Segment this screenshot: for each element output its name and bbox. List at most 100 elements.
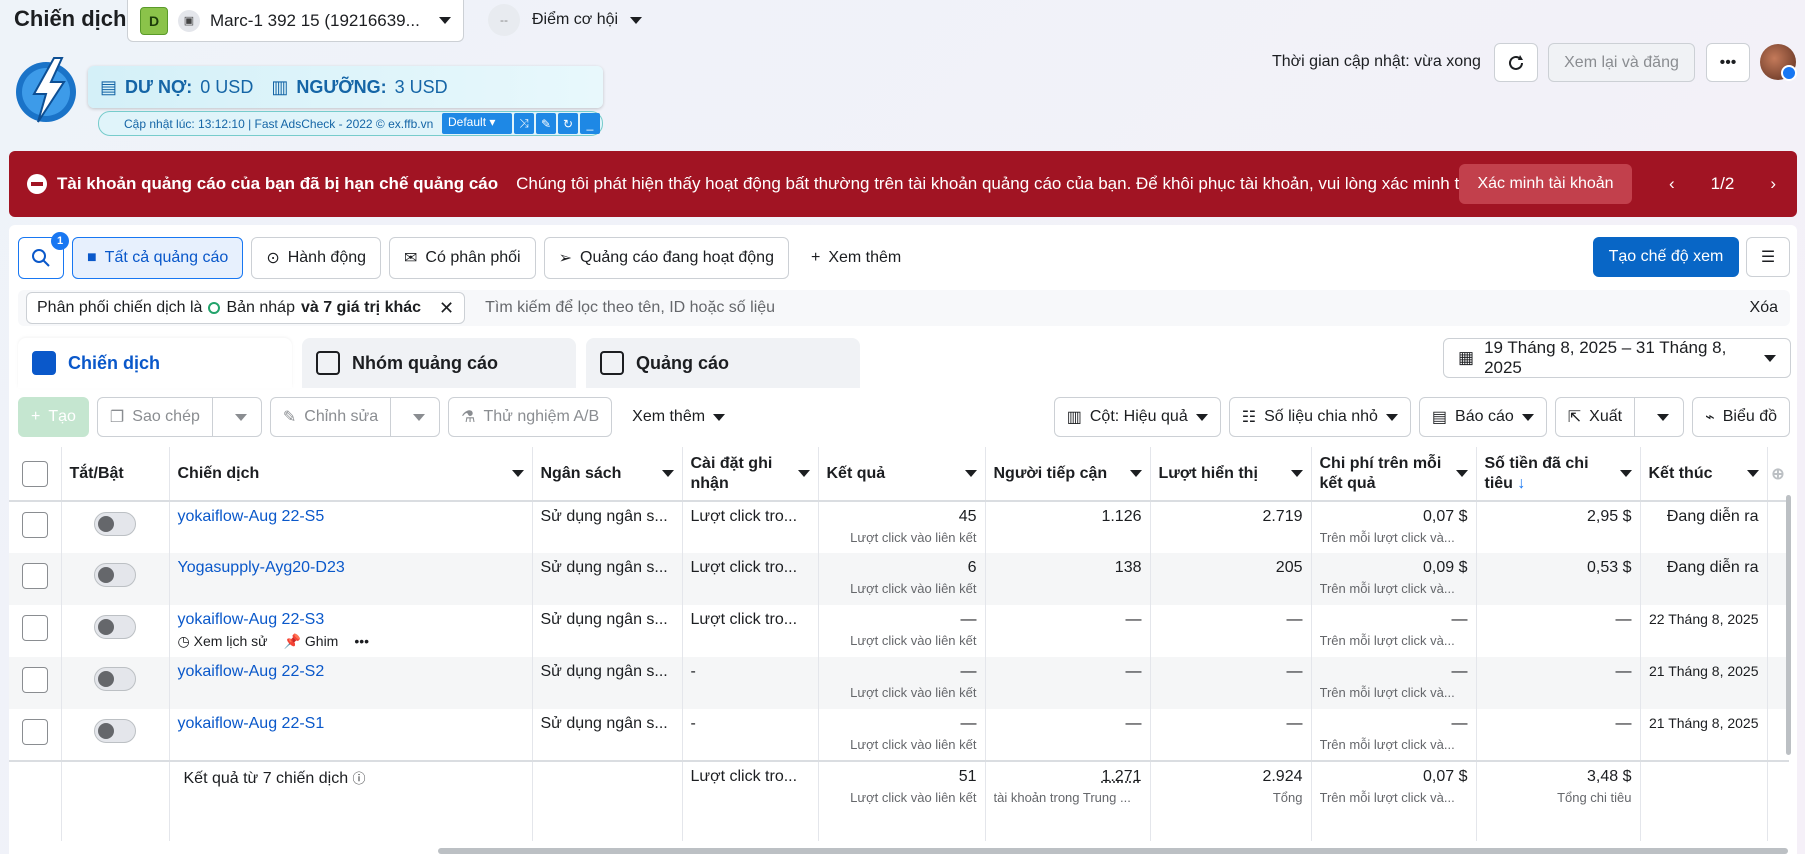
account-selector[interactable]: D ▣ Marc-1 392 15 (19216639... — [127, 0, 464, 42]
active-filter-chip[interactable]: Phân phối chiến dịch là Bản nháp và 7 gi… — [26, 292, 466, 324]
row-toggle-cell — [61, 709, 170, 761]
results-sub: Lượt click vào liên kết — [850, 581, 977, 596]
breakdown-button[interactable]: ☷ Số liệu chia nhỏ — [1228, 397, 1411, 437]
campaign-name-link[interactable]: yokaiflow-Aug 22-S3 — [178, 611, 325, 628]
tab-ads[interactable]: Quảng cáo — [586, 338, 860, 388]
reach-cell: — — [985, 657, 1151, 709]
page-title: Chiến dịch — [14, 6, 127, 31]
table-row[interactable]: Yogasupply-Ayg20-D23 Sử dụng ngân s... Lượ… — [9, 553, 1789, 605]
filter-delivering-label: Có phân phối — [425, 249, 521, 266]
row-checkbox[interactable] — [21, 563, 48, 589]
edit-button[interactable]: ✎ Chỉnh sửa — [269, 397, 441, 437]
active-filter-suffix: và 7 giá trị khác — [300, 299, 422, 316]
account-name: Marc-1 392 15 (19216639... — [210, 10, 420, 30]
folder-icon: ■ — [87, 249, 97, 266]
review-publish-button[interactable]: Xem lại và đăng — [1548, 43, 1695, 82]
refresh-button[interactable] — [1494, 43, 1538, 82]
more-actions-button[interactable]: Xem thêm — [620, 397, 738, 437]
campaign-toggle[interactable] — [94, 512, 136, 536]
header-reach[interactable]: Người tiếp cận — [985, 447, 1151, 502]
header-campaign[interactable]: Chiến dịch — [169, 447, 533, 502]
shuffle-icon[interactable]: ⤨ — [514, 113, 534, 134]
pin-link[interactable]: 📌 Ghim — [284, 633, 339, 650]
campaign-cell: yokaiflow-Aug 22-S5 — [169, 501, 533, 553]
chevron-left-icon[interactable]: ‹ — [1669, 174, 1675, 194]
blocked-icon — [27, 174, 47, 194]
row-checkbox[interactable] — [21, 615, 48, 641]
row-select-cell — [9, 709, 62, 761]
cpr-value: — — [1451, 715, 1468, 732]
header-results[interactable]: Kết quả — [818, 447, 986, 502]
ab-test-button[interactable]: ⚗ Thử nghiệm A/B — [448, 397, 613, 437]
close-icon[interactable]: ✕ — [439, 298, 454, 319]
header-cost-per-result[interactable]: Chi phí trên mỗi kết quả — [1311, 447, 1477, 502]
add-column-button[interactable]: ⊕ — [1767, 447, 1789, 502]
plus-circle-icon: ⊕ — [1771, 465, 1785, 483]
filter-more[interactable]: + Xem thêm — [796, 237, 916, 279]
tab-campaigns[interactable]: Chiến dịch — [18, 338, 292, 388]
edit-icon[interactable]: ✎ — [536, 113, 556, 134]
table-row[interactable]: yokaiflow-Aug 22-S2 Sử dụng ngân s... - — Lư… — [9, 657, 1789, 709]
row-select-cell — [9, 657, 62, 709]
row-checkbox[interactable] — [21, 667, 48, 693]
table-row[interactable]: yokaiflow-Aug 22-S1 Sử dụng ngân s... - — Lư… — [9, 709, 1789, 761]
header-attribution[interactable]: Cài đặt ghi nhận — [682, 447, 819, 502]
search-input[interactable]: Tìm kiếm để lọc theo tên, ID hoặc số liệ… — [485, 299, 1749, 317]
charts-button[interactable]: ⌁ Biểu đồ — [1692, 397, 1790, 437]
filter-actions[interactable]: ⊙ Hành động — [251, 237, 382, 279]
preset-select[interactable]: Default ▾ — [442, 113, 512, 134]
filter-all-ads[interactable]: ■ Tất cả quảng cáo — [72, 237, 244, 279]
row-toggle-cell — [61, 501, 170, 553]
more-options-button[interactable]: ••• — [1706, 43, 1750, 82]
filter-delivering[interactable]: ✉ Có phân phối — [389, 237, 536, 279]
cpr-cell: 0,09 $ Trên mỗi lượt click và... — [1311, 553, 1477, 605]
minimize-icon[interactable]: _ — [580, 113, 600, 134]
vertical-scrollbar[interactable] — [1786, 495, 1791, 755]
header-ends-label: Kết thúc — [1648, 464, 1713, 482]
header-amount-spent[interactable]: Số tiền đã chi tiêu ↓ — [1476, 447, 1641, 502]
campaign-toggle[interactable] — [94, 563, 136, 587]
campaign-toggle[interactable] — [94, 615, 136, 639]
header-ends[interactable]: Kết thúc — [1640, 447, 1768, 502]
reach-cell: 138 — [985, 553, 1151, 605]
results-sub: Lượt click vào liên kết — [850, 737, 977, 752]
opportunity-score[interactable]: -- Điểm cơ hội — [488, 4, 643, 36]
search-button[interactable]: 1 — [18, 232, 69, 279]
export-button[interactable]: ⇱ Xuất — [1554, 397, 1685, 437]
reach-cell: — — [985, 709, 1151, 761]
date-range-picker[interactable]: ▦ 19 Tháng 8, 2025 – 31 Tháng 8, 2025 — [1443, 338, 1791, 378]
chevron-right-icon[interactable]: › — [1770, 174, 1776, 194]
create-view-button[interactable]: Tạo chế độ xem — [1593, 237, 1739, 277]
table-row[interactable]: yokaiflow-Aug 22-S3 ◷ Xem lịch sử 📌 Ghim ••… — [9, 605, 1789, 657]
row-checkbox[interactable] — [21, 719, 48, 745]
tab-ad-sets[interactable]: Nhóm quảng cáo — [302, 338, 576, 388]
horizontal-scrollbar[interactable] — [438, 848, 1788, 854]
cpr-value: 0,09 $ — [1423, 559, 1468, 576]
campaign-toggle[interactable] — [94, 719, 136, 743]
table-row[interactable]: yokaiflow-Aug 22-S5 Sử dụng ngân s... Lượt… — [9, 501, 1789, 553]
info-icon[interactable]: ⓘ — [353, 771, 366, 786]
campaign-name-link[interactable]: yokaiflow-Aug 22-S5 — [178, 508, 325, 525]
filter-settings-button[interactable]: ☰ — [1746, 237, 1790, 277]
history-link[interactable]: ◷ Xem lịch sử — [178, 633, 268, 650]
duplicate-button[interactable]: ❐ Sao chép — [96, 397, 262, 437]
totals-cpr: 0,07 $ Trên mỗi lượt click và... — [1311, 760, 1477, 841]
select-all-checkbox[interactable] — [21, 460, 48, 487]
campaign-name-link[interactable]: Yogasupply-Ayg20-D23 — [178, 559, 345, 576]
create-button[interactable]: + Tạo — [18, 397, 89, 437]
ellipsis-icon[interactable]: ••• — [354, 633, 369, 650]
campaign-toggle[interactable] — [94, 667, 136, 691]
grid-icon — [316, 351, 340, 375]
reports-button[interactable]: ▤ Báo cáo — [1418, 397, 1547, 437]
campaign-name-link[interactable]: yokaiflow-Aug 22-S1 — [178, 715, 325, 732]
header-budget[interactable]: Ngân sách — [532, 447, 683, 502]
filler-cell — [61, 760, 170, 841]
filter-active-ads[interactable]: ➢ Quảng cáo đang hoạt động — [543, 237, 789, 279]
clear-filters-link[interactable]: Xóa — [1750, 299, 1778, 317]
campaign-name-link[interactable]: yokaiflow-Aug 22-S2 — [178, 663, 325, 680]
row-checkbox[interactable] — [21, 512, 48, 538]
refresh-icon[interactable]: ↻ — [558, 113, 578, 134]
columns-button[interactable]: ▥ Cột: Hiệu quả — [1053, 397, 1221, 437]
verify-account-button[interactable]: Xác minh tài khoản — [1459, 164, 1632, 204]
header-impressions[interactable]: Lượt hiển thị — [1150, 447, 1312, 502]
